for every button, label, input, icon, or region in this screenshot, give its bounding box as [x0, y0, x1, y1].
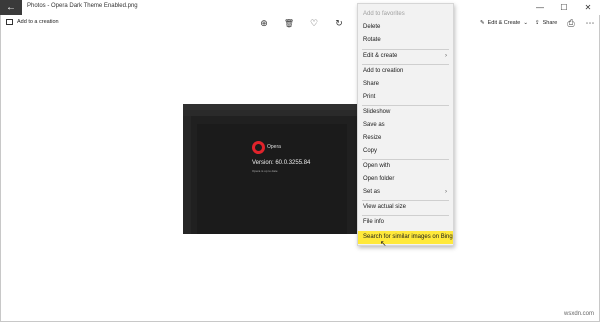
close-button[interactable]: ✕ [576, 0, 600, 15]
photo-image: Opera Version: 60.0.3255.84 Opera is up … [183, 104, 359, 234]
edit-icon: ✎ [480, 20, 485, 26]
menu-item-label: Edit & create [363, 53, 398, 59]
rotate-icon[interactable]: ↻ [333, 17, 345, 29]
menu-item-edit-create[interactable]: Edit & create › [358, 50, 453, 63]
print-icon[interactable]: ⎙ [565, 17, 577, 29]
title-bar: ← Photos - Opera Dark Theme Enabled.png … [0, 0, 600, 15]
delete-icon[interactable]: 🗑 [283, 17, 295, 29]
chevron-down-icon: ⌄ [523, 20, 528, 26]
maximize-button[interactable]: ☐ [552, 0, 576, 15]
chevron-right-icon: › [445, 53, 447, 59]
menu-item-delete[interactable]: Delete [358, 21, 453, 34]
window-controls: — ☐ ✕ [528, 0, 600, 15]
browser-address-bar [183, 110, 359, 116]
menu-item-slideshow[interactable]: Slideshow [358, 106, 453, 119]
browser-sidebar [183, 116, 191, 234]
menu-item-copy[interactable]: Copy [358, 145, 453, 158]
edit-create-button[interactable]: ✎ Edit & Create ⌄ [480, 20, 528, 26]
share-label: Share [542, 20, 558, 26]
add-to-creation-label: Add to a creation [17, 19, 59, 25]
opera-name: Opera [267, 144, 281, 150]
opera-logo-icon [252, 141, 265, 154]
menu-item-file-info[interactable]: File info [358, 216, 453, 229]
menu-item-search-bing[interactable]: Search for similar images on Bing [358, 231, 453, 244]
minimize-button[interactable]: — [528, 0, 552, 15]
share-button[interactable]: ⇪ Share [535, 20, 557, 26]
favorite-icon[interactable]: ♡ [308, 17, 320, 29]
version-text: Version: 60.0.3255.84 [252, 160, 311, 166]
menu-item-rotate[interactable]: Rotate [358, 34, 453, 47]
menu-item-open-with[interactable]: Open with [358, 160, 453, 173]
menu-item-save-as[interactable]: Save as [358, 119, 453, 132]
window-title: Photos - Opera Dark Theme Enabled.png [27, 3, 138, 9]
edit-create-label: Edit & Create [487, 20, 521, 26]
menu-item-add-to-favorites[interactable]: Add to favorites [358, 8, 453, 21]
menu-item-print[interactable]: Print [358, 91, 453, 104]
chevron-right-icon: › [445, 189, 447, 195]
menu-item-resize[interactable]: Resize [358, 132, 453, 145]
menu-item-add-to-creation[interactable]: Add to creation [358, 65, 453, 78]
menu-item-open-folder[interactable]: Open folder [358, 173, 453, 186]
about-panel [197, 124, 347, 234]
creation-icon [6, 19, 13, 25]
more-icon[interactable]: ⋯ [584, 17, 596, 29]
share-icon: ⇪ [535, 20, 540, 26]
menu-item-set-as[interactable]: Set as › [358, 186, 453, 199]
menu-item-share[interactable]: Share [358, 78, 453, 91]
toolbar: Add to a creation ⊕ 🗑 ♡ ↻ ✎ Edit & Creat… [0, 15, 600, 31]
context-menu: Add to favorites Delete Rotate Edit & cr… [357, 3, 454, 246]
back-button[interactable]: ← [0, 0, 22, 15]
menu-item-label: Set as [363, 189, 381, 195]
add-to-creation-button[interactable]: Add to a creation [6, 19, 59, 25]
version-status: Opera is up to date [252, 169, 278, 173]
menu-item-view-actual-size[interactable]: View actual size [358, 201, 453, 214]
watermark: wsxdn.com [563, 311, 594, 317]
mouse-cursor-icon: ↖ [380, 239, 387, 248]
zoom-icon[interactable]: ⊕ [258, 17, 270, 29]
